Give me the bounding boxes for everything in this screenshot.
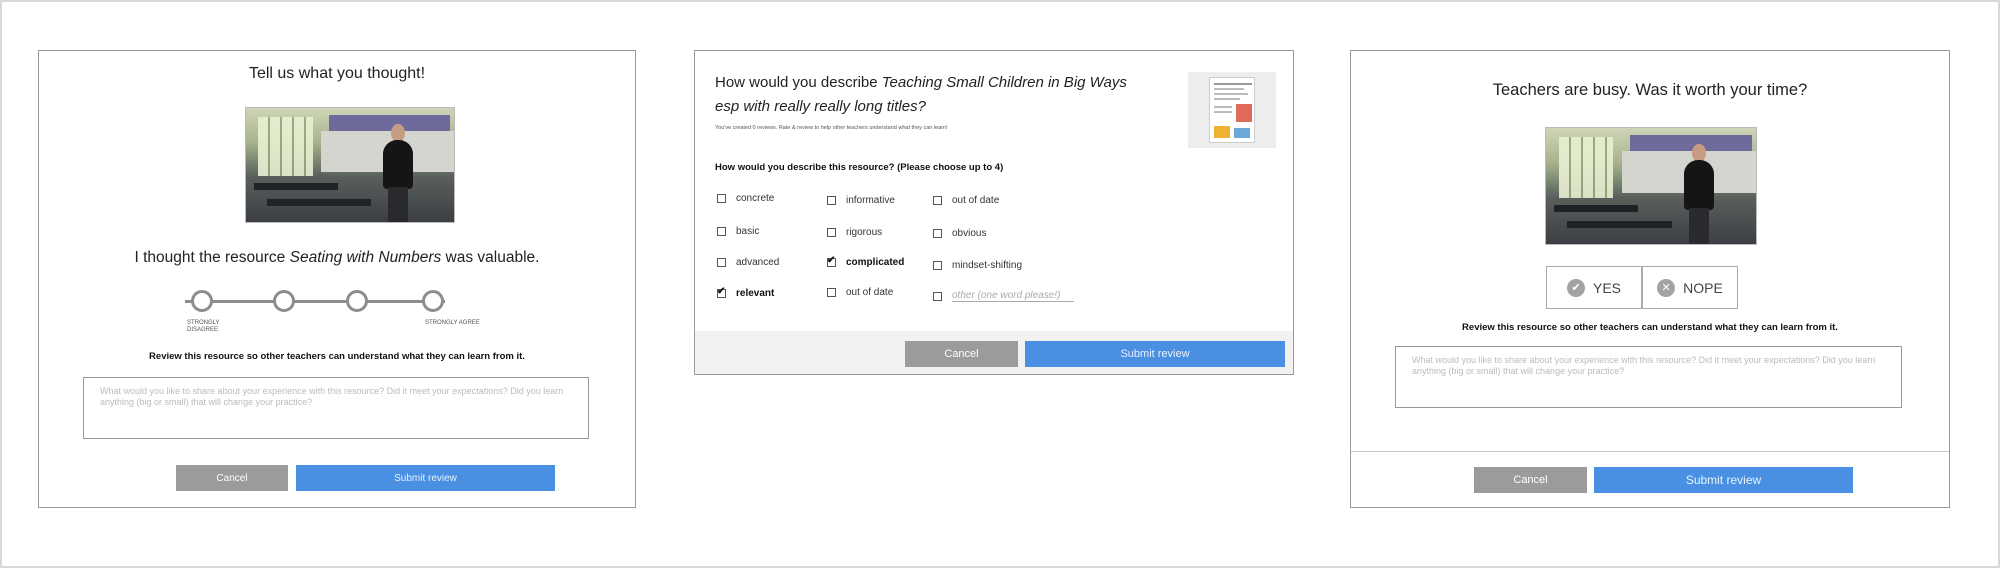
document-thumbnail bbox=[1209, 77, 1255, 143]
review-textarea[interactable]: What would you like to share about your … bbox=[1395, 346, 1902, 408]
option-label: advanced bbox=[736, 257, 780, 268]
yes-label: YES bbox=[1592, 279, 1621, 296]
resource-name: Seating with Numbers bbox=[289, 249, 442, 266]
option-label: complicated bbox=[846, 257, 905, 268]
checkbox[interactable] bbox=[933, 291, 942, 301]
dialog-title: Teachers are busy. Was it worth your tim… bbox=[1492, 81, 1808, 99]
agreement-scale-line bbox=[185, 300, 445, 303]
option-label: informative bbox=[846, 195, 895, 206]
checkbox[interactable] bbox=[933, 229, 942, 238]
checkbox[interactable] bbox=[717, 194, 726, 203]
dialog-title: Tell us what you thought! bbox=[248, 65, 426, 82]
footer-divider bbox=[1351, 451, 1949, 452]
resource-preview bbox=[1188, 72, 1276, 148]
worth-time-dialog: Teachers are busy. Was it worth your tim… bbox=[1350, 50, 1950, 508]
checkbox-checked[interactable] bbox=[827, 255, 836, 267]
review-prompt: Review this resource so other teachers c… bbox=[149, 351, 525, 362]
checkbox[interactable] bbox=[827, 228, 836, 237]
value-statement: I thought the resource Seating with Numb… bbox=[39, 249, 635, 267]
review-textarea[interactable]: What would you like to share about your … bbox=[83, 377, 589, 439]
other-word-input[interactable]: other (one word please!) bbox=[952, 290, 1075, 302]
option-basic[interactable]: basic bbox=[717, 226, 759, 237]
resource-thumbnail bbox=[245, 107, 455, 223]
checkbox[interactable] bbox=[933, 196, 942, 205]
scale-option-1[interactable] bbox=[191, 290, 213, 312]
submit-review-button[interactable]: Submit review bbox=[1594, 467, 1853, 493]
option-label: rigorous bbox=[846, 227, 883, 238]
option-complicated[interactable]: complicated bbox=[827, 255, 905, 268]
option-label: out of date bbox=[952, 195, 1000, 206]
option-mindset-shifting[interactable]: mindset-shifting bbox=[933, 260, 1022, 271]
option-out-of-date-2[interactable]: out of date bbox=[827, 287, 893, 298]
scale-option-3[interactable] bbox=[346, 290, 368, 312]
cancel-button[interactable]: Cancel bbox=[176, 465, 288, 491]
dialog-title: How would you describe Teaching Small Ch… bbox=[715, 71, 1135, 115]
scale-left-label: STRONGLY DISAGREE bbox=[187, 320, 220, 333]
cancel-button[interactable]: Cancel bbox=[905, 341, 1018, 367]
option-rigorous[interactable]: rigorous bbox=[827, 227, 882, 238]
checkbox[interactable] bbox=[827, 288, 836, 297]
option-out-of-date[interactable]: out of date bbox=[933, 195, 999, 206]
check-icon: ✔ bbox=[1566, 278, 1585, 297]
option-label: mindset-shifting bbox=[952, 260, 1023, 271]
rating-dialog: Tell us what you thought! I thought the … bbox=[38, 50, 636, 508]
title-prefix: How would you describe bbox=[715, 74, 882, 91]
checkbox[interactable] bbox=[717, 258, 726, 267]
option-obvious[interactable]: obvious bbox=[933, 228, 986, 239]
option-label: obvious bbox=[952, 228, 987, 239]
checkbox[interactable] bbox=[933, 261, 942, 270]
option-label: concrete bbox=[736, 193, 775, 204]
option-label: out of date bbox=[846, 287, 894, 298]
option-label: basic bbox=[736, 226, 760, 237]
statement-prefix: I thought the resource bbox=[134, 249, 290, 266]
option-other[interactable]: other (one word please!) bbox=[933, 290, 1075, 302]
resource-thumbnail bbox=[1545, 127, 1757, 245]
review-prompt: Review this resource so other teachers c… bbox=[1462, 322, 1838, 333]
option-informative[interactable]: informative bbox=[827, 195, 895, 206]
scale-option-2[interactable] bbox=[273, 290, 295, 312]
cancel-button[interactable]: Cancel bbox=[1474, 467, 1587, 493]
nope-label: NOPE bbox=[1683, 279, 1723, 296]
checkbox-checked[interactable] bbox=[717, 286, 726, 298]
statement-suffix: was valuable. bbox=[441, 249, 540, 266]
close-icon: ✕ bbox=[1657, 278, 1676, 297]
checkbox[interactable] bbox=[717, 227, 726, 236]
option-label: relevant bbox=[736, 288, 775, 299]
review-count-note: You've created 0 reviews. Rate & review … bbox=[715, 125, 948, 131]
scale-option-4[interactable] bbox=[422, 290, 444, 312]
describe-question: How would you describe this resource? (P… bbox=[715, 162, 1004, 173]
scale-right-label: STRONGLY AGREE bbox=[425, 320, 480, 326]
option-advanced[interactable]: advanced bbox=[717, 257, 779, 268]
option-concrete[interactable]: concrete bbox=[717, 193, 774, 204]
checkbox[interactable] bbox=[827, 196, 836, 205]
submit-review-button[interactable]: Submit review bbox=[1025, 341, 1285, 367]
yes-button[interactable]: ✔ YES bbox=[1546, 266, 1642, 309]
option-relevant[interactable]: relevant bbox=[717, 286, 775, 299]
describe-dialog: How would you describe Teaching Small Ch… bbox=[694, 50, 1294, 375]
submit-review-button[interactable]: Submit review bbox=[296, 465, 555, 491]
nope-button[interactable]: ✕ NOPE bbox=[1642, 266, 1738, 309]
